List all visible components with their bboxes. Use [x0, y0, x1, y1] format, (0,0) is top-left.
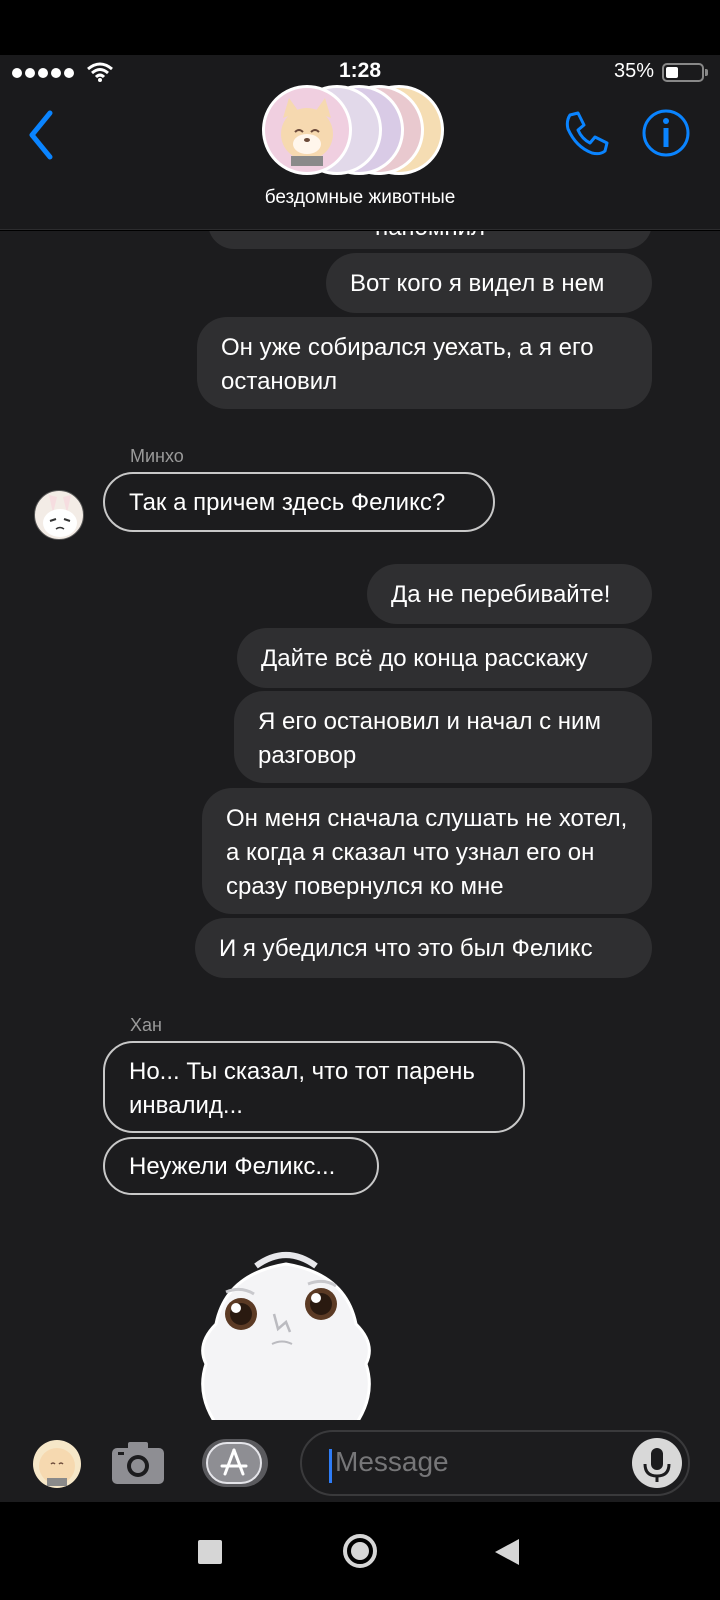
nav-square-icon[interactable]	[198, 1540, 222, 1564]
message-bubble-in[interactable]: Но... Ты сказал, что тот парень инвалид.…	[103, 1041, 525, 1133]
message-input-bar: Message	[0, 1420, 720, 1502]
message-bubble-out[interactable]: Он уже собирался уехать, а я его останов…	[197, 317, 652, 409]
mic-button[interactable]	[632, 1438, 682, 1488]
battery-icon	[662, 63, 708, 82]
message-bubble-out[interactable]: Дайте всё до конца расскажу	[237, 628, 652, 688]
message-bubble-out[interactable]: Да не перебивайте!	[367, 564, 652, 624]
message-bubble-out[interactable]: И я убедился что это был Феликс	[195, 918, 652, 978]
system-nav-bar	[0, 1502, 720, 1600]
message-placeholder: Message	[335, 1446, 449, 1477]
top-black-strip	[0, 0, 720, 55]
message-bubble-out[interactable]: Вот кого я видел в нем	[326, 253, 652, 313]
nav-home-icon[interactable]	[342, 1533, 378, 1569]
message-list[interactable]: напомнил Вот кого я видел в нем Он уже с…	[0, 231, 720, 1420]
app-store-button[interactable]	[202, 1439, 268, 1487]
phone-icon[interactable]	[560, 107, 612, 159]
message-input[interactable]: Message	[300, 1430, 690, 1496]
back-chevron-icon[interactable]	[22, 105, 62, 165]
fox-face-icon	[281, 98, 333, 166]
sender-name: Хан	[130, 1015, 162, 1035]
chat-header: 1:28 35% бездомные животные	[0, 55, 720, 230]
message-bubble-in[interactable]: Так а причем здесь Феликс?	[103, 472, 495, 532]
info-icon[interactable]	[640, 107, 692, 159]
status-time: 1:28	[338, 59, 382, 82]
nav-back-icon[interactable]	[493, 1537, 521, 1567]
sender-name: Минхо	[130, 446, 184, 466]
app-store-icon	[220, 1448, 248, 1476]
battery-percent: 35%	[613, 60, 654, 82]
camera-icon[interactable]	[110, 1438, 166, 1486]
message-bubble-in[interactable]: Неужели Феликс...	[103, 1137, 379, 1195]
status-bar: 1:28 35%	[0, 55, 720, 89]
group-avatars[interactable]	[262, 85, 462, 177]
seal-sticker[interactable]	[186, 1244, 386, 1420]
memoji-avatar-button[interactable]	[33, 1440, 81, 1488]
mic-icon	[643, 1448, 671, 1482]
member-avatar-main	[262, 85, 352, 175]
fox-face-icon	[39, 1448, 75, 1486]
avatar[interactable]	[34, 490, 84, 540]
group-name[interactable]: бездомные животные	[0, 187, 720, 209]
message-bubble-out[interactable]: напомнил	[208, 231, 652, 249]
bunny-avatar-icon	[43, 495, 77, 537]
text-cursor	[329, 1449, 332, 1483]
message-bubble-out[interactable]: Он меня сначала слушать не хотел, а когд…	[202, 788, 652, 914]
message-bubble-out[interactable]: Я его остановил и начал с ним разговор	[234, 691, 652, 783]
